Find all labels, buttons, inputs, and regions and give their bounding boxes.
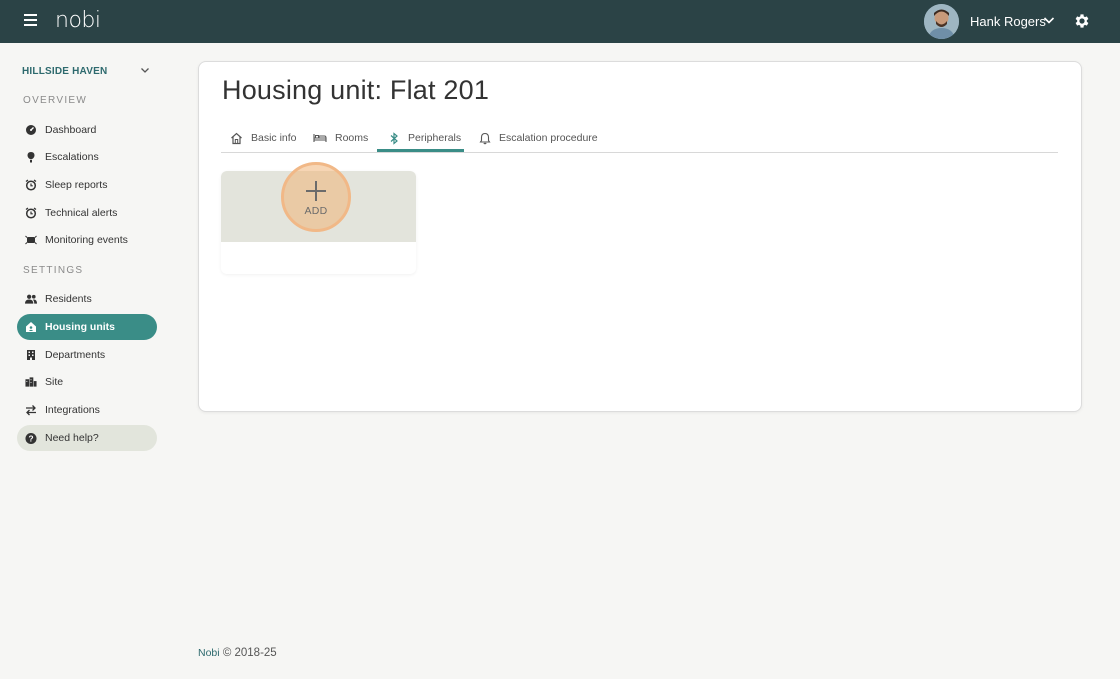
alarm-clock-icon bbox=[25, 207, 37, 219]
sidebar-item-label: Escalations bbox=[45, 151, 99, 163]
house-outline-icon bbox=[230, 132, 243, 145]
user-name[interactable]: Hank Rogers bbox=[970, 14, 1046, 29]
sidebar-item-label: Residents bbox=[45, 293, 92, 305]
sidebar-item-dashboard[interactable]: Dashboard bbox=[17, 117, 157, 143]
chevron-down-icon[interactable] bbox=[1043, 13, 1055, 25]
monitoring-icon bbox=[25, 234, 37, 246]
tab-label: Escalation procedure bbox=[499, 132, 598, 144]
add-peripheral-button[interactable]: ADD bbox=[281, 162, 351, 232]
sidebar-item-escalations[interactable]: Escalations bbox=[17, 144, 157, 170]
alarm-clock-icon bbox=[25, 179, 37, 191]
user-avatar[interactable] bbox=[924, 4, 959, 39]
add-label: ADD bbox=[304, 205, 328, 217]
people-icon bbox=[25, 293, 37, 305]
bell-icon bbox=[478, 132, 491, 145]
gear-icon[interactable] bbox=[1073, 12, 1091, 30]
bluetooth-icon bbox=[387, 131, 400, 145]
tab-rooms[interactable]: Rooms bbox=[313, 124, 368, 152]
tab-label: Peripherals bbox=[408, 132, 462, 144]
bed-icon bbox=[313, 132, 327, 145]
tab-bar: Basic info Rooms Peripherals Escalation … bbox=[221, 124, 1058, 153]
site-selector[interactable]: HILLSIDE HAVEN bbox=[22, 63, 150, 79]
top-bar: nobi Hank Rogers bbox=[0, 0, 1120, 43]
escalation-icon bbox=[25, 151, 37, 163]
sidebar-item-label: Integrations bbox=[45, 404, 100, 416]
chevron-down-icon bbox=[140, 62, 150, 80]
tab-basic-info[interactable]: Basic info bbox=[230, 124, 297, 152]
tab-peripherals[interactable]: Peripherals bbox=[387, 124, 461, 152]
svg-text:?: ? bbox=[28, 433, 33, 443]
tab-label: Basic info bbox=[251, 132, 297, 144]
sidebar-item-integrations[interactable]: Integrations bbox=[17, 397, 157, 423]
tab-label: Rooms bbox=[335, 132, 369, 144]
building-icon bbox=[25, 349, 37, 361]
sidebar-item-label: Site bbox=[45, 376, 64, 388]
footer: Nobi © 2018-25 bbox=[198, 647, 277, 659]
home-icon bbox=[25, 321, 37, 333]
active-tab-indicator bbox=[377, 149, 464, 152]
help-circle-icon: ? bbox=[25, 432, 37, 444]
sidebar-item-housing-units[interactable]: Housing units bbox=[17, 314, 157, 340]
sidebar-item-label: Departments bbox=[45, 349, 106, 361]
footer-copyright: © 2018-25 bbox=[222, 647, 277, 659]
sidebar-item-label: Technical alerts bbox=[45, 207, 118, 219]
hamburger-menu-icon[interactable] bbox=[24, 14, 37, 28]
sidebar-item-sleep-reports[interactable]: Sleep reports bbox=[17, 172, 157, 198]
plus-icon bbox=[306, 181, 326, 201]
page-title: Housing unit: Flat 201 bbox=[222, 75, 490, 105]
dashboard-icon bbox=[25, 124, 37, 136]
sidebar-item-label: Sleep reports bbox=[45, 179, 108, 191]
sidebar-item-monitoring-events[interactable]: Monitoring events bbox=[17, 227, 157, 253]
sidebar-item-label: Dashboard bbox=[45, 124, 97, 136]
site-name: HILLSIDE HAVEN bbox=[22, 65, 108, 77]
footer-brand-link[interactable]: Nobi bbox=[198, 647, 220, 659]
need-help-label: Need help? bbox=[45, 432, 99, 444]
settings-section-title: SETTINGS bbox=[23, 265, 84, 276]
sidebar-item-technical-alerts[interactable]: Technical alerts bbox=[17, 200, 157, 226]
sidebar-item-label: Monitoring events bbox=[45, 234, 128, 246]
sidebar-item-site[interactable]: Site bbox=[17, 369, 157, 395]
sidebar-item-residents[interactable]: Residents bbox=[17, 286, 157, 312]
swap-arrows-icon bbox=[25, 404, 37, 416]
need-help-button[interactable]: ? Need help? bbox=[17, 425, 157, 451]
city-icon bbox=[25, 376, 37, 388]
sidebar-item-departments[interactable]: Departments bbox=[17, 342, 157, 368]
overview-section-title: OVERVIEW bbox=[23, 95, 88, 106]
tab-escalation-procedure[interactable]: Escalation procedure bbox=[478, 124, 598, 152]
nobi-logo[interactable]: nobi bbox=[55, 8, 101, 33]
sidebar-item-label: Housing units bbox=[45, 321, 115, 333]
